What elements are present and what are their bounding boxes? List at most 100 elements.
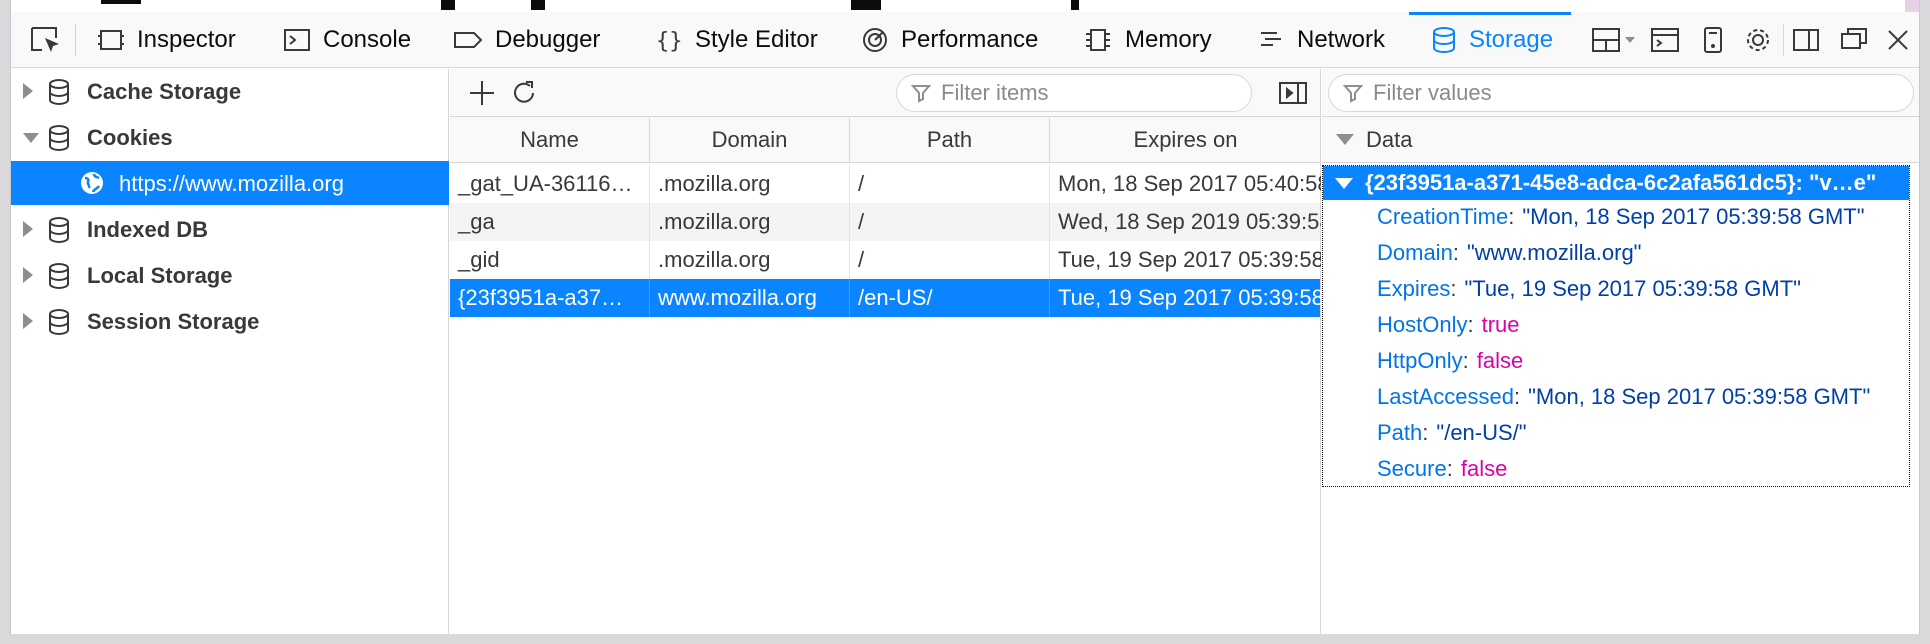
- tab-label: Inspector: [137, 26, 236, 53]
- chevron-right-icon[interactable]: [23, 267, 33, 283]
- close-devtools-button[interactable]: [1885, 12, 1911, 68]
- cell-name: {23f3951a-a37…: [450, 279, 650, 317]
- cell-domain: .mozilla.org: [650, 241, 850, 279]
- separate-window-button[interactable]: [1839, 12, 1869, 68]
- tree-item-session-storage[interactable]: Session Storage: [11, 299, 449, 343]
- property-value: true: [1481, 312, 1520, 337]
- tab-label: Console: [323, 26, 412, 53]
- tree-item-indexed-db[interactable]: Indexed DB: [11, 207, 449, 251]
- cell-expires: Mon, 18 Sep 2017 05:40:58 GMT: [1058, 171, 1321, 196]
- property-row[interactable]: LastAccessed: "Mon, 18 Sep 2017 05:39:58 …: [1377, 380, 1870, 414]
- tab-label: Style Editor: [695, 26, 818, 53]
- tree-item-mozilla-origin[interactable]: https://www.mozilla.org: [11, 161, 449, 205]
- tab-label: Memory: [1125, 26, 1212, 53]
- database-icon: [49, 309, 69, 336]
- column-header-domain[interactable]: Domain: [650, 117, 850, 163]
- add-item-button[interactable]: [466, 77, 498, 109]
- tree-item-cache-storage[interactable]: Cache Storage: [11, 69, 449, 113]
- settings-button[interactable]: [1743, 12, 1773, 68]
- cell-expires: Tue, 19 Sep 2017 05:39:58 GMT: [1058, 285, 1321, 310]
- tab-console[interactable]: Console: [283, 12, 411, 68]
- performance-icon: [863, 28, 887, 52]
- tab-debugger[interactable]: Debugger: [453, 12, 600, 68]
- tree-item-label: Cache Storage: [87, 79, 242, 104]
- split-console-button[interactable]: [1649, 12, 1681, 68]
- tab-network[interactable]: Network: [1259, 12, 1385, 68]
- property-value: "Mon, 18 Sep 2017 05:39:58 GMT": [1522, 204, 1865, 229]
- devtools-toolbar: Inspector Console Debugger {} Style Edit…: [11, 12, 1919, 68]
- style-editor-icon: {}: [656, 29, 683, 54]
- chevron-right-icon[interactable]: [23, 313, 33, 329]
- property-key: Expires: [1377, 276, 1451, 301]
- toggle-sidebar-pane-button[interactable]: [1277, 77, 1309, 109]
- cell-path: /en-US/: [850, 279, 1050, 317]
- column-header-expires[interactable]: Expires on: [1050, 117, 1321, 163]
- database-icon: [49, 125, 69, 152]
- tab-inspector[interactable]: Inspector: [97, 12, 236, 68]
- property-value: "www.mozilla.org": [1466, 240, 1642, 265]
- property-row[interactable]: HttpOnly: false: [1377, 344, 1523, 378]
- plus-icon: [470, 81, 494, 105]
- property-row[interactable]: Path: "/en-US/": [1377, 416, 1527, 450]
- cell-path: /: [850, 165, 1050, 203]
- tree-item-label: https://www.mozilla.org: [119, 171, 344, 196]
- database-icon: [49, 217, 69, 244]
- column-header-path[interactable]: Path: [850, 117, 1050, 163]
- property-value: "Mon, 18 Sep 2017 05:39:58 GMT": [1528, 384, 1871, 409]
- toggle-sidebar-button[interactable]: [1791, 12, 1821, 68]
- data-section-header[interactable]: Data: [1322, 117, 1919, 163]
- element-picker-button[interactable]: [29, 12, 63, 68]
- property-row[interactable]: Secure: false: [1377, 452, 1507, 486]
- cookies-table-pane: Filter items Name Domain Path Expires on…: [450, 69, 1321, 634]
- database-icon: [49, 79, 69, 106]
- property-key: CreationTime: [1377, 204, 1509, 229]
- table-row[interactable]: _gid .mozilla.org / Tue, 19 Sep 2017 05:…: [450, 241, 1321, 279]
- storage-tree: Cache Storage Cookies https://www.mozill…: [11, 69, 449, 634]
- tree-item-cookies[interactable]: Cookies: [11, 115, 449, 159]
- sidebar-toggle-icon: [1793, 29, 1819, 51]
- layout-menu-button[interactable]: [1591, 12, 1641, 68]
- tree-item-local-storage[interactable]: Local Storage: [11, 253, 449, 297]
- property-row[interactable]: CreationTime: "Mon, 18 Sep 2017 05:39:58 …: [1377, 200, 1865, 234]
- separate-window-icon: [1841, 28, 1867, 49]
- tree-item-label: Cookies: [87, 125, 173, 150]
- property-key: Path: [1377, 420, 1423, 445]
- element-picker-icon: [31, 27, 59, 52]
- filter-items-input[interactable]: Filter items: [896, 74, 1252, 112]
- tab-label: Network: [1297, 26, 1386, 53]
- data-section-label: Data: [1366, 126, 1413, 152]
- filter-placeholder: Filter values: [1373, 80, 1492, 105]
- data-root-label: {23f3951a-a371-45e8-adca-6c2afa561dc5}: …: [1365, 170, 1877, 195]
- chevron-down-icon[interactable]: [23, 133, 39, 143]
- chevron-right-icon[interactable]: [23, 83, 33, 99]
- table-row[interactable]: _ga .mozilla.org / Wed, 18 Sep 2019 05:3…: [450, 203, 1321, 241]
- svg-text:{}: {}: [656, 29, 683, 54]
- refresh-button[interactable]: [508, 77, 540, 109]
- cell-name: _gat_UA-36116…: [450, 165, 650, 203]
- globe-icon: [81, 172, 103, 194]
- filter-values-input[interactable]: Filter values: [1328, 74, 1914, 112]
- table-header: Name Domain Path Expires on: [450, 117, 1320, 163]
- table-row-selected[interactable]: {23f3951a-a37… www.mozilla.org /en-US/ T…: [450, 279, 1321, 317]
- filter-placeholder: Filter items: [941, 80, 1049, 105]
- tab-style-editor[interactable]: {} Style Editor: [655, 12, 818, 68]
- property-row[interactable]: Expires: "Tue, 19 Sep 2017 05:39:58 GMT": [1377, 272, 1801, 306]
- tab-label: Performance: [901, 26, 1039, 53]
- property-row[interactable]: HostOnly: true: [1377, 308, 1520, 342]
- property-value: false: [1476, 348, 1524, 373]
- property-row[interactable]: Domain: "www.mozilla.org": [1377, 236, 1642, 270]
- tab-memory[interactable]: Memory: [1083, 12, 1212, 68]
- property-key: Domain: [1377, 240, 1453, 265]
- column-header-name[interactable]: Name: [450, 117, 650, 163]
- tab-storage[interactable]: Storage: [1409, 12, 1572, 68]
- data-tree: {23f3951a-a371-45e8-adca-6c2afa561dc5}: …: [1322, 165, 1910, 487]
- responsive-design-button[interactable]: [1701, 12, 1725, 68]
- table-row[interactable]: _gat_UA-36116… .mozilla.org / Mon, 18 Se…: [450, 165, 1321, 203]
- data-tree-root[interactable]: {23f3951a-a371-45e8-adca-6c2afa561dc5}: …: [1323, 166, 1909, 200]
- property-key: Secure: [1377, 456, 1447, 481]
- chevron-right-icon[interactable]: [23, 221, 33, 237]
- console-icon: [284, 29, 310, 51]
- tree-item-label: Session Storage: [87, 309, 260, 334]
- tab-performance[interactable]: Performance: [861, 12, 1038, 68]
- devtools-window: Inspector Console Debugger {} Style Edit…: [10, 0, 1920, 634]
